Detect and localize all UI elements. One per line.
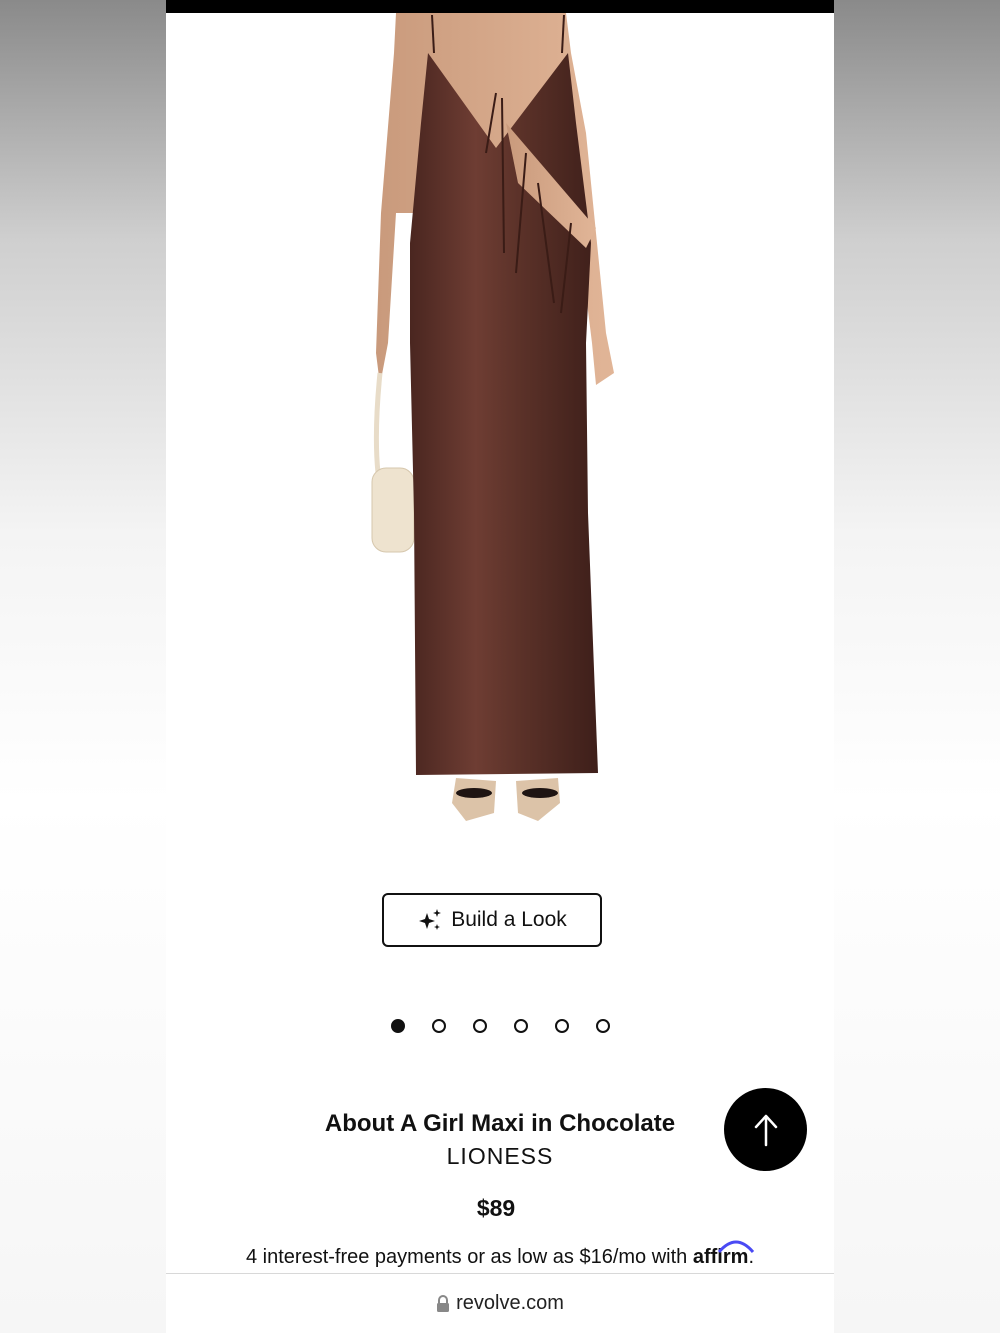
lock-icon xyxy=(437,1294,450,1312)
build-a-look-button[interactable]: Build a Look xyxy=(382,893,602,947)
product-price: $89 xyxy=(476,1195,516,1221)
browser-url-bar[interactable]: revolve.com xyxy=(166,1273,834,1333)
status-bar xyxy=(166,0,834,13)
dress-product-image[interactable] xyxy=(166,13,834,843)
carousel-dot-1[interactable] xyxy=(391,1019,405,1033)
financing-text: 4 interest-free payments or as low as $1… xyxy=(166,1240,834,1269)
carousel-dot-3[interactable] xyxy=(473,1019,487,1033)
scroll-to-top-button[interactable] xyxy=(724,1088,807,1171)
carousel-dot-4[interactable] xyxy=(514,1019,528,1033)
carousel-dot-2[interactable] xyxy=(432,1019,446,1033)
carousel-indicators xyxy=(391,1019,610,1033)
carousel-dot-6[interactable] xyxy=(596,1019,610,1033)
carousel-dot-5[interactable] xyxy=(555,1019,569,1033)
affirm-logo[interactable]: affirm xyxy=(693,1240,755,1268)
build-a-look-label: Build a Look xyxy=(451,908,567,931)
financing-message: 4 interest-free payments or as low as $1… xyxy=(245,1246,693,1268)
arrow-up-icon xyxy=(754,1114,777,1146)
sparkle-icon xyxy=(419,909,442,930)
url-text: revolve.com xyxy=(456,1292,564,1314)
affirm-arc-icon xyxy=(717,1240,755,1254)
